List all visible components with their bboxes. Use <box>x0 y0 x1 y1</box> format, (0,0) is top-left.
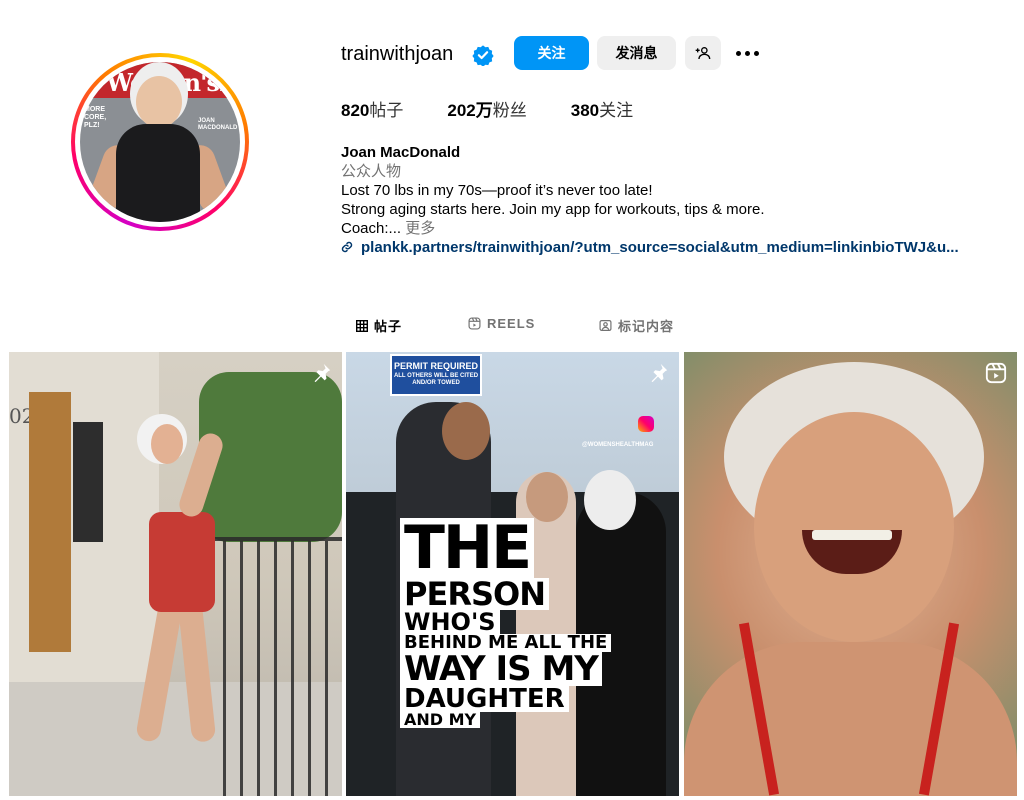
posts-label: 帖子 <box>369 101 404 120</box>
verified-badge-icon <box>472 45 494 66</box>
tab-reels-label: REELS <box>487 316 536 331</box>
bio-more-link[interactable]: 更多 <box>405 220 435 237</box>
bio-link-text: plankk.partners/trainwithjoan/?utm_sourc… <box>361 239 959 256</box>
reels-icon <box>468 317 481 330</box>
follow-button[interactable]: 关注 <box>514 36 589 70</box>
post3-shoulders <box>684 642 1017 796</box>
overlay-line: THE <box>400 518 535 578</box>
post3-teeth <box>812 530 892 540</box>
post2-person-daughter-head <box>526 472 568 522</box>
post1-person-face <box>151 424 183 464</box>
stat-followers[interactable]: 202万粉丝 <box>447 98 526 124</box>
posts-count: 820 <box>341 101 370 120</box>
profile-full-name: Joan MacDonald <box>341 144 461 161</box>
post3-face <box>754 412 954 642</box>
following-count: 380 <box>570 101 600 120</box>
stat-posts[interactable]: 820帖子 <box>341 98 403 124</box>
post-tile-1[interactable]: 02 <box>9 352 342 796</box>
bio-line-2: Strong aging starts here. Join my app fo… <box>341 201 765 218</box>
pin-icon <box>651 363 668 383</box>
post1-railing <box>209 537 342 796</box>
followers-label: 粉丝 <box>492 101 527 120</box>
post2-parking-sign: PERMIT REQUIRED ALL OTHERS WILL BE CITED… <box>390 354 482 396</box>
tab-posts-label: 帖子 <box>374 319 403 334</box>
bio-external-link[interactable]: plankk.partners/trainwithjoan/?utm_sourc… <box>341 238 1011 257</box>
post-tile-2[interactable]: PERMIT REQUIRED ALL OTHERS WILL BE CITED… <box>346 352 679 796</box>
overlay-line: AND MY <box>400 712 481 728</box>
post2-handle: @WOMENSHEALTHMAG <box>582 442 654 448</box>
post1-trees <box>199 372 342 542</box>
following-label: 关注 <box>599 101 634 120</box>
reels-icon <box>985 362 1007 384</box>
more-options-icon[interactable] <box>733 42 761 64</box>
profile-category: 公众人物 <box>341 163 402 180</box>
tab-reels[interactable]: REELS <box>468 316 535 331</box>
instagram-icon <box>638 416 654 432</box>
post2-overlay-text: THE PERSON WHO'S BEHIND ME ALL THE WAY I… <box>400 518 612 728</box>
bio-line-3: Coach:... <box>341 220 402 237</box>
post1-shutter <box>73 422 103 542</box>
post2-sign-sub: ALL OTHERS WILL BE CITED AND/OR TOWED <box>393 373 479 386</box>
profile-avatar[interactable]: Women'sHealth MORE CORE, PLZ! JOAN MACDO… <box>71 53 249 231</box>
avatar-person-head <box>136 76 182 128</box>
tab-tagged[interactable]: 标记内容 <box>599 316 674 335</box>
bio-line-1: Lost 70 lbs in my 70s—proof it’s never t… <box>341 182 653 199</box>
tagged-icon <box>599 320 612 331</box>
person-add-icon <box>695 47 711 60</box>
overlay-line: WHO'S <box>400 610 500 634</box>
profile-stats: 820帖子 202万粉丝 380关注 <box>341 98 677 124</box>
grid-icon <box>356 319 368 332</box>
post2-sign-title: PERMIT REQUIRED <box>393 361 478 371</box>
profile-username[interactable]: trainwithjoan <box>341 39 453 69</box>
overlay-line: WAY IS MY <box>400 652 602 686</box>
tab-posts[interactable]: 帖子 <box>356 316 402 335</box>
avatar-cover-right-text: JOAN MACDONALD <box>198 118 238 131</box>
tab-tagged-label: 标记内容 <box>618 319 675 334</box>
avatar-cover-left-text: MORE CORE, PLZ! <box>84 106 107 129</box>
post1-person-swimsuit <box>149 512 215 612</box>
stat-following[interactable]: 380关注 <box>571 98 633 124</box>
profile-bio: Joan MacDonald 公众人物 Lost 70 lbs in my 70… <box>341 143 1011 257</box>
link-icon <box>341 241 353 253</box>
suggest-user-button[interactable] <box>685 36 721 70</box>
avatar-image: Women'sHealth MORE CORE, PLZ! JOAN MACDO… <box>80 62 240 222</box>
bio-line-3-row: Coach:... 更多 <box>341 219 1011 238</box>
pin-icon <box>314 363 331 383</box>
post2-person-man-head <box>442 402 490 460</box>
overlay-line: PERSON <box>400 578 549 610</box>
followers-count: 202万 <box>447 101 493 120</box>
avatar-person-body <box>116 124 200 222</box>
post1-door <box>29 392 71 652</box>
profile-tabs: 帖子 REELS 标记内容 <box>0 310 1024 340</box>
overlay-line: DAUGHTER <box>400 686 569 712</box>
message-button[interactable]: 发消息 <box>597 36 676 70</box>
post-tile-3[interactable] <box>684 352 1017 796</box>
